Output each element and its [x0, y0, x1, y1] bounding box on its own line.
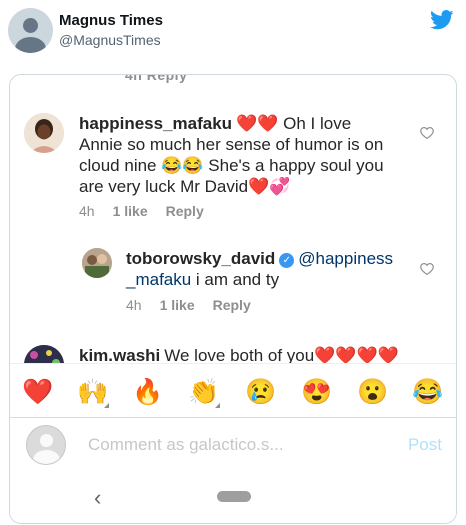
post-button[interactable]: Post — [408, 435, 442, 455]
avatar-body-shape — [33, 450, 60, 464]
comment-happiness-mafaku: happiness_mafaku ❤️❤️ Oh I love Annie so … — [10, 75, 456, 225]
heart-outline-icon[interactable] — [420, 126, 434, 139]
comment-body: toborowsky_david ✓ @happiness _mafaku i am… — [126, 248, 396, 290]
skin-tone-indicator-icon — [104, 403, 109, 408]
default-avatar[interactable] — [8, 8, 53, 53]
tweet-header: Magnus Times @MagnusTimes — [0, 0, 466, 64]
back-chevron-icon[interactable]: ‹ — [94, 485, 101, 511]
comment-input-row: Comment as galactico.s... Post — [10, 417, 456, 473]
commenter-avatar[interactable] — [24, 345, 64, 363]
reply-button[interactable]: Reply — [166, 203, 204, 219]
comment-username[interactable]: happiness_mafaku — [79, 114, 232, 133]
emoji-tears-of-joy[interactable]: 😂 — [410, 374, 446, 410]
comment-text: We love both of you❤️❤️❤️❤️ — [164, 346, 399, 363]
emoji-raising-hands[interactable]: 🙌 — [75, 374, 111, 410]
comment-toborowsky-david: toborowsky_david ✓ @happiness _mafaku i am… — [10, 240, 456, 330]
heart-outline-icon[interactable] — [420, 262, 434, 275]
emoji-clapping-hands[interactable]: 👏 — [186, 374, 222, 410]
comment-username[interactable]: toborowsky_david — [126, 249, 275, 268]
avatar-photo-icon — [24, 345, 64, 363]
avatar-body-shape — [15, 37, 46, 53]
emoji-surprised[interactable]: 😮 — [355, 374, 391, 410]
avatar-head-shape — [40, 434, 53, 447]
author-handle[interactable]: @MagnusTimes — [59, 32, 161, 48]
emoji-glyph: 👏 — [188, 378, 220, 406]
comment-likes-link[interactable]: 1 like — [160, 297, 195, 313]
commenter-avatar[interactable] — [82, 248, 112, 278]
comment-input[interactable]: Comment as galactico.s... — [88, 435, 284, 455]
author-name[interactable]: Magnus Times — [59, 12, 163, 29]
commenter-avatar[interactable] — [24, 113, 64, 153]
emoji-fire[interactable]: 🔥 — [130, 374, 166, 410]
avatar-photo-icon — [24, 113, 64, 153]
emoji-heart-eyes[interactable]: 😍 — [299, 374, 335, 410]
comment-body: kim.washi We love both of you❤️❤️❤️❤️ — [79, 345, 419, 363]
emoji-red-heart[interactable]: ❤️ — [20, 374, 56, 410]
avatar-head-shape — [23, 18, 38, 33]
avatar-photo-icon — [82, 248, 112, 278]
comment-meta: 4h 1 like Reply — [79, 203, 222, 219]
comment-likes-link[interactable]: 1 like — [113, 203, 148, 219]
verified-badge-icon: ✓ — [279, 253, 295, 268]
current-user-avatar — [26, 425, 66, 465]
comment-username[interactable]: kim.washi — [79, 346, 160, 363]
twitter-bird-icon[interactable] — [430, 10, 454, 30]
comment-text: i am and ty — [191, 270, 280, 289]
home-pill-icon[interactable] — [217, 491, 251, 502]
reply-button[interactable]: Reply — [213, 297, 251, 313]
emoji-quick-reactions: ❤️ 🙌 🔥 👏 😢 😍 😮 😂 — [10, 363, 456, 417]
comment-time: 4h — [126, 297, 142, 313]
emoji-crying-face[interactable]: 😢 — [243, 374, 279, 410]
comment-meta: 4h 1 like Reply — [126, 297, 269, 313]
embedded-screenshot[interactable]: 4h Reply happiness_mafaku ❤️❤️ Oh I love … — [9, 74, 457, 524]
system-navigation-bar: ‹ — [10, 473, 456, 523]
emoji-glyph: 🙌 — [77, 378, 109, 406]
comment-kim-washi: kim.washi We love both of you❤️❤️❤️❤️ — [10, 337, 456, 363]
comment-time: 4h — [79, 203, 95, 219]
comment-body: happiness_mafaku ❤️❤️ Oh I love Annie so … — [79, 113, 397, 197]
skin-tone-indicator-icon — [215, 403, 220, 408]
